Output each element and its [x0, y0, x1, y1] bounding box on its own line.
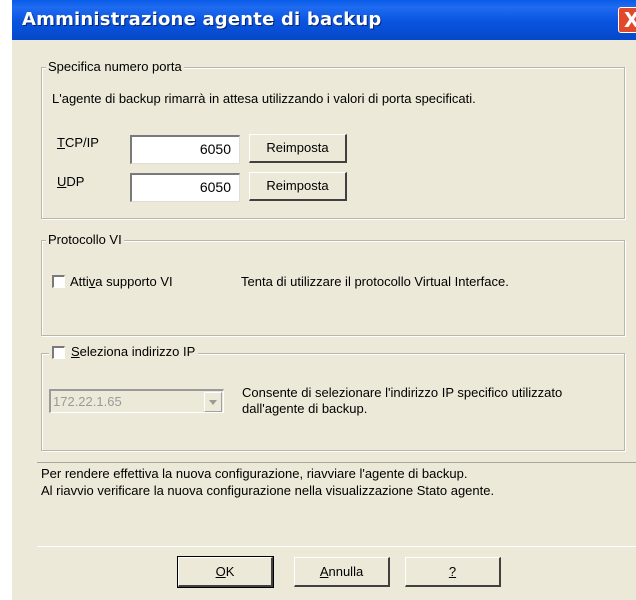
ip-address-dropdown[interactable]: 172.22.1.65	[49, 389, 224, 413]
close-icon: X	[624, 8, 636, 32]
info-line2: Al riavvio verificare la nuova configura…	[41, 483, 495, 498]
help-button[interactable]: ?	[405, 557, 501, 587]
port-description: L'agente di backup rimarrà in attesa uti…	[52, 91, 476, 106]
select-ip-label[interactable]: Seleziona indirizzo IP	[68, 344, 199, 360]
tcp-port-input[interactable]: 6050	[130, 135, 240, 164]
udp-port-input[interactable]: 6050	[130, 173, 240, 202]
ok-button[interactable]: OK	[177, 556, 274, 588]
vi-support-checkbox[interactable]	[52, 275, 65, 288]
cancel-button[interactable]: Annulla	[294, 557, 390, 587]
window-title: Amministrazione agente di backup	[22, 9, 382, 30]
dropdown-arrow-button[interactable]	[204, 392, 222, 412]
dialog-window: Amministrazione agente di backup X Speci…	[12, 0, 636, 600]
info-line1: Per rendere effettiva la nuova configura…	[41, 466, 468, 481]
tcp-label: TCP/IP	[57, 135, 99, 150]
vi-description: Tenta di utilizzare il protocollo Virtua…	[241, 274, 509, 289]
select-ip-checkbox[interactable]	[49, 343, 68, 362]
udp-label: UDP	[57, 174, 85, 189]
vi-group-legend: Protocollo VI	[46, 232, 124, 248]
udp-reset-button[interactable]: Reimposta	[249, 172, 347, 201]
port-group-legend: Specifica numero porta	[46, 59, 184, 75]
ip-address-value: 172.22.1.65	[53, 394, 122, 409]
title-bar[interactable]: Amministrazione agente di backup	[12, 0, 636, 40]
ip-description-line1: Consente di selezionare l'indirizzo IP s…	[242, 385, 563, 400]
tcp-reset-button[interactable]: Reimposta	[249, 134, 347, 163]
vi-support-label[interactable]: Attiva supporto VI	[70, 274, 173, 290]
chevron-down-icon	[209, 400, 217, 405]
ip-description-line2: dall'agente di backup.	[242, 401, 368, 416]
close-button[interactable]: X	[618, 7, 636, 33]
